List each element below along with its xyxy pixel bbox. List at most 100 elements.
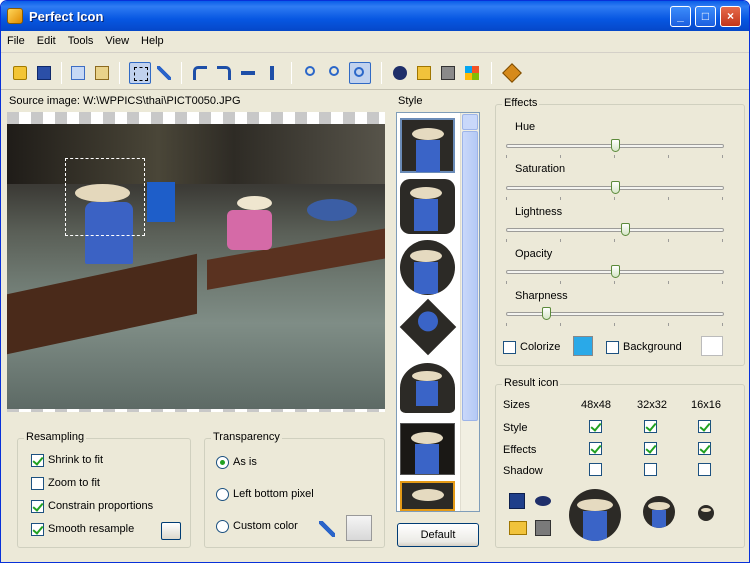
print-button[interactable] [437,62,459,84]
rotate-right-icon [217,66,231,80]
save-icon [37,66,51,80]
zoom-in-icon [305,66,315,76]
rotate-left-icon [193,66,207,80]
slider-thumb[interactable] [610,181,620,194]
transparency-option-0-radio[interactable] [216,456,229,469]
result-shadow-32x32-checkbox[interactable] [644,463,657,476]
paste-button[interactable] [91,62,113,84]
result-shadow-label: Shadow [503,465,543,477]
result-effects-48x48-checkbox[interactable] [589,442,602,455]
style-item-square-selected[interactable] [400,481,455,511]
paste-icon [95,66,109,80]
style-item-rounded-square[interactable] [400,179,455,234]
flip-horizontal-icon [241,71,255,75]
opacity-slider[interactable] [506,265,724,284]
resampling-option-3-checkbox[interactable] [31,523,44,536]
toolbar [1,54,749,90]
zoom-fit-button[interactable] [349,62,371,84]
open-icon [13,66,27,80]
settings-icon [502,63,522,83]
resampling-option-1-checkbox[interactable] [31,477,44,490]
result-effects-32x32-checkbox[interactable] [644,442,657,455]
title-bar[interactable]: Perfect Icon _ □ × [1,1,749,31]
windows-button[interactable] [461,62,483,84]
result-style-16x16-checkbox[interactable] [698,420,711,433]
select-button[interactable] [129,62,151,84]
preview-button[interactable] [389,62,411,84]
background-checkbox[interactable] [606,341,619,354]
custom-color-swatch[interactable] [346,515,372,541]
result-style-48x48-checkbox[interactable] [589,420,602,433]
menu-file[interactable]: File [1,31,31,47]
colorize-checkbox[interactable] [503,341,516,354]
result-folder-icon[interactable] [509,521,527,535]
result-style-32x32-checkbox[interactable] [644,420,657,433]
size-16-label: 16x16 [691,399,721,411]
style-list-scrollbar[interactable] [460,113,479,511]
zoom-in-button[interactable] [301,62,323,84]
resampling-option-2-checkbox[interactable] [31,500,44,513]
menu-bar: File Edit Tools View Help [1,31,749,53]
pick-color-button[interactable] [153,62,175,84]
flip-horizontal-button[interactable] [237,62,259,84]
result-icon-legend: Result icon [502,377,561,389]
flip-vertical-button[interactable] [261,62,283,84]
slider-thumb[interactable] [620,223,630,236]
crop-selection[interactable] [65,158,145,236]
custom-color-picker-icon[interactable] [319,521,335,537]
style-item-circle[interactable] [400,240,455,295]
smooth-resample-settings-button[interactable] [161,522,181,540]
opacity-label: Opacity [515,248,553,260]
style-item-square[interactable] [400,118,455,173]
scroll-up-arrow-icon[interactable] [462,114,478,130]
flip-vertical-icon [270,66,274,80]
style-item-square-dark[interactable] [400,423,455,475]
menu-help[interactable]: Help [135,31,170,47]
minimize-button[interactable]: _ [670,6,691,27]
save-button[interactable] [33,62,55,84]
lightness-slider[interactable] [506,223,724,242]
result-effects-label: Effects [503,444,537,456]
style-item-heart[interactable] [400,363,455,413]
transparency-option-1-radio[interactable] [216,488,229,501]
result-eye-icon[interactable] [535,496,551,506]
lightness-label: Lightness [515,206,563,218]
zoom-out-icon [329,66,339,76]
maximize-button[interactable]: □ [695,6,716,27]
transparency-option-2-label: Custom color [233,520,298,532]
scroll-thumb[interactable] [462,131,478,421]
resampling-option-0-checkbox[interactable] [31,454,44,467]
settings-button[interactable] [501,62,523,84]
result-icon-48 [569,489,621,541]
slider-thumb[interactable] [610,265,620,278]
zoom-out-button[interactable] [325,62,347,84]
sharpness-slider[interactable] [506,307,724,326]
preview-icon [393,66,407,80]
style-item-diamond[interactable] [399,298,457,356]
copy-button[interactable] [67,62,89,84]
slider-thumb[interactable] [541,307,551,320]
rotate-left-button[interactable] [189,62,211,84]
default-button[interactable]: Default [397,523,479,547]
colorize-color-swatch[interactable] [573,336,593,356]
close-button[interactable]: × [720,6,741,27]
hue-slider[interactable] [506,139,724,158]
saturation-slider[interactable] [506,181,724,200]
result-print-icon[interactable] [535,520,551,536]
rotate-right-button[interactable] [213,62,235,84]
menu-edit[interactable]: Edit [31,31,62,47]
background-color-swatch[interactable] [701,336,723,356]
result-shadow-16x16-checkbox[interactable] [698,463,711,476]
source-photo [7,124,385,409]
resampling-legend: Resampling [24,431,87,443]
menu-tools[interactable]: Tools [62,31,100,47]
transparency-option-2-radio[interactable] [216,520,229,533]
open-button[interactable] [9,62,31,84]
open-folder-button[interactable] [413,62,435,84]
pick-color-icon [157,66,171,80]
result-effects-16x16-checkbox[interactable] [698,442,711,455]
result-shadow-48x48-checkbox[interactable] [589,463,602,476]
menu-view[interactable]: View [99,31,135,47]
source-image-canvas[interactable] [7,112,385,412]
slider-thumb[interactable] [610,139,620,152]
